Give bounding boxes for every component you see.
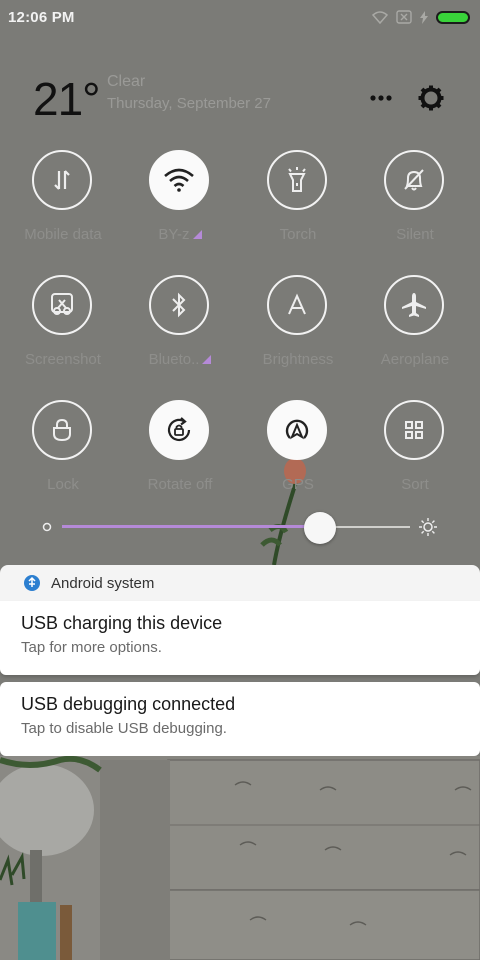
notification-usb-charging[interactable]: USB charging this device Tap for more op…	[0, 601, 480, 675]
toggle-label: Aeroplane	[380, 351, 450, 368]
expand-arrow-icon[interactable]	[192, 230, 202, 239]
gps-icon	[285, 419, 309, 440]
bluetooth-icon	[172, 292, 186, 318]
more-options-icon[interactable]	[368, 88, 394, 108]
notification-usb-debugging[interactable]: USB debugging connected Tap to disable U…	[0, 682, 480, 756]
toggle-lock[interactable]: Lock	[8, 400, 118, 510]
wifi-icon	[164, 168, 194, 192]
toggle-circle[interactable]	[32, 275, 92, 335]
notification-subtitle: Tap for more options.	[21, 639, 162, 656]
toggle-wifi[interactable]: BY-z	[125, 150, 235, 260]
screenshot-icon	[51, 293, 73, 315]
toggle-circle[interactable]	[384, 150, 444, 210]
toggle-label: Brightness	[262, 351, 334, 368]
rotate-lock-icon	[167, 417, 191, 442]
toggle-circle[interactable]	[32, 400, 92, 460]
toggle-circle[interactable]	[267, 275, 327, 335]
toggle-circle[interactable]	[149, 400, 209, 460]
status-icons	[372, 10, 470, 24]
date-label[interactable]: Thursday, September 27	[107, 95, 271, 112]
slider-thumb[interactable]	[303, 512, 336, 544]
mobile-data-icon	[54, 170, 70, 190]
status-bar: 12:06 PM	[0, 0, 480, 34]
temperature: 21°	[33, 73, 101, 125]
settings-gear-icon[interactable]	[417, 84, 445, 112]
slider-fill	[62, 525, 320, 528]
notification-title: USB charging this device	[21, 613, 223, 633]
status-time: 12:06 PM	[8, 8, 75, 26]
sort-grid-icon	[405, 421, 423, 439]
brightness-high-icon	[419, 518, 437, 536]
toggle-mobile-data[interactable]: Mobile data	[8, 150, 118, 260]
toggle-label: GPS	[282, 476, 314, 493]
toggle-label: Sort	[401, 476, 429, 493]
toggle-label: BY-z	[125, 226, 235, 243]
toggle-torch[interactable]: Torch	[243, 150, 353, 260]
notification-group-header[interactable]: Android system	[0, 565, 480, 601]
toggle-circle[interactable]	[384, 400, 444, 460]
toggle-label: Torch	[279, 226, 317, 243]
bell-off-icon	[404, 169, 424, 191]
android-system-icon	[24, 575, 40, 591]
toggle-rotate[interactable]: Rotate off	[125, 400, 235, 510]
toggle-circle[interactable]	[149, 275, 209, 335]
toggle-label: Rotate off	[147, 476, 213, 493]
toggle-label: Silent	[396, 226, 434, 243]
weather-condition[interactable]: Clear	[107, 73, 145, 91]
toggle-label: Lock	[47, 476, 79, 493]
toggle-label: Screenshot	[25, 351, 101, 368]
toggle-screenshot[interactable]: Screenshot	[8, 275, 118, 385]
toggle-circle[interactable]	[32, 150, 92, 210]
torch-icon	[288, 167, 306, 192]
toggle-gps[interactable]: GPS	[243, 400, 353, 510]
notification-subtitle: Tap to disable USB debugging.	[21, 720, 227, 737]
battery-icon	[436, 10, 470, 24]
toggle-circle[interactable]	[267, 400, 327, 460]
notification-title: USB debugging connected	[21, 694, 236, 714]
sim-x-icon	[396, 10, 412, 24]
toggle-circle[interactable]	[384, 275, 444, 335]
toggle-circle[interactable]	[267, 150, 327, 210]
toggle-label: Blueto..	[125, 351, 235, 368]
brightness-icon	[288, 293, 306, 315]
expand-arrow-icon[interactable]	[202, 355, 212, 364]
toggle-silent[interactable]: Silent	[360, 150, 470, 260]
quick-settings-header: 21° Clear Thursday, September 27	[0, 64, 480, 134]
airplane-icon	[402, 293, 426, 317]
toggle-brightness[interactable]: Brightness	[243, 275, 353, 385]
toggle-label: Mobile data	[24, 226, 102, 243]
lock-icon	[53, 418, 71, 442]
wifi-status-icon	[372, 10, 388, 24]
brightness-low-icon	[42, 522, 52, 532]
notification-app-name: Android system	[51, 574, 155, 592]
toggle-bluetooth[interactable]: Blueto..	[125, 275, 235, 385]
charging-bolt-icon	[420, 10, 428, 24]
toggle-circle[interactable]	[149, 150, 209, 210]
brightness-slider[interactable]	[40, 507, 450, 547]
toggle-aeroplane[interactable]: Aeroplane	[360, 275, 470, 385]
toggle-sort[interactable]: Sort	[360, 400, 470, 510]
